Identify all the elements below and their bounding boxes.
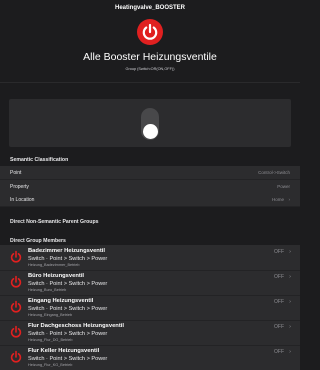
member-item[interactable]: Badezimmer Heizungsventil Switch · Point… [0,245,300,271]
semantic-row-label: Property [10,183,29,190]
semantic-row-point: Point Control->Switch [0,166,300,180]
group-members-list: Badezimmer Heizungsventil Switch · Point… [0,245,300,370]
member-name: Eingang Heizungsventil [28,298,94,304]
chevron-right-icon: › [289,248,291,255]
semantic-row-label: Point [10,169,22,176]
member-name: Flur Keller Heizungsventil [28,348,100,354]
power-icon [137,19,163,45]
power-toggle-switch[interactable] [141,108,159,140]
item-title: Alle Booster Heizungsventile [83,51,217,63]
member-path: Switch · Point > Switch > Power [28,330,108,337]
member-path: Switch · Point > Switch > Power [28,355,108,362]
header-divider [0,82,300,83]
member-state: OFF [274,249,284,255]
member-state: OFF [274,299,284,305]
chevron-right-icon: › [288,196,291,202]
chevron-right-icon: › [289,298,291,305]
member-state: OFF [274,324,284,330]
member-path: Switch · Point > Switch > Power [28,255,108,262]
member-item-name: Heizung_Buro_Betrieb [28,288,67,292]
member-path: Switch · Point > Switch > Power [28,280,108,287]
power-icon [10,275,22,288]
semantic-row-location[interactable]: In Location Home › [0,193,300,207]
semantic-row-property: Property Power [0,180,300,194]
semantic-classification-header: Semantic Classification [10,157,69,163]
item-type-label: Group (Switch:OR(ON,OFF)) [125,67,175,71]
power-icon [10,325,22,338]
member-state: OFF [274,349,284,355]
power-icon [10,350,22,363]
semantic-row-value: Control->Switch [258,169,290,175]
member-state: OFF [274,274,284,280]
member-item-name: Heizung_Eingang_Betrieb [28,313,73,317]
chevron-right-icon: › [289,273,291,280]
member-item[interactable]: Eingang Heizungsventil Switch · Point > … [0,295,300,321]
semantic-row-value: Power [277,183,290,189]
member-item[interactable]: Flur Dachgeschoss Heizungsventil Switch … [0,320,300,346]
chevron-right-icon: › [289,348,291,355]
power-icon-glyph [142,23,158,40]
member-item-name: Heizung_Flur_DG_Betrieb [28,338,73,342]
member-path: Switch · Point > Switch > Power [28,305,108,312]
toggle-knob[interactable] [142,123,158,139]
member-item[interactable]: Flur Keller Heizungsventil Switch · Poin… [0,345,300,370]
member-name: Büro Heizungsventil [28,273,85,279]
power-icon [10,250,22,263]
semantic-row-value: Home [271,196,284,202]
member-name: Badezimmer Heizungsventil [28,248,105,254]
item-details-page: Heatingvalve_BOOSTER Alle Booster Heizun… [0,0,300,370]
group-members-header: Direct Group Members [10,238,66,244]
page-header: Heatingvalve_BOOSTER Alle Booster Heizun… [0,0,300,88]
chevron-right-icon: › [289,323,291,330]
parent-groups-header: Direct Non-Semantic Parent Groups [10,219,99,225]
page-title: Heatingvalve_BOOSTER [114,5,186,11]
member-name: Flur Dachgeschoss Heizungsventil [28,323,124,329]
power-icon [10,300,22,313]
member-item-name: Heizung_Badezimmer_Betrieb [28,263,80,267]
member-item[interactable]: Büro Heizungsventil Switch · Point > Swi… [0,270,300,296]
member-item-name: Heizung_Flur_KG_Betrieb [28,363,73,367]
semantic-row-label: In Location [10,196,35,203]
